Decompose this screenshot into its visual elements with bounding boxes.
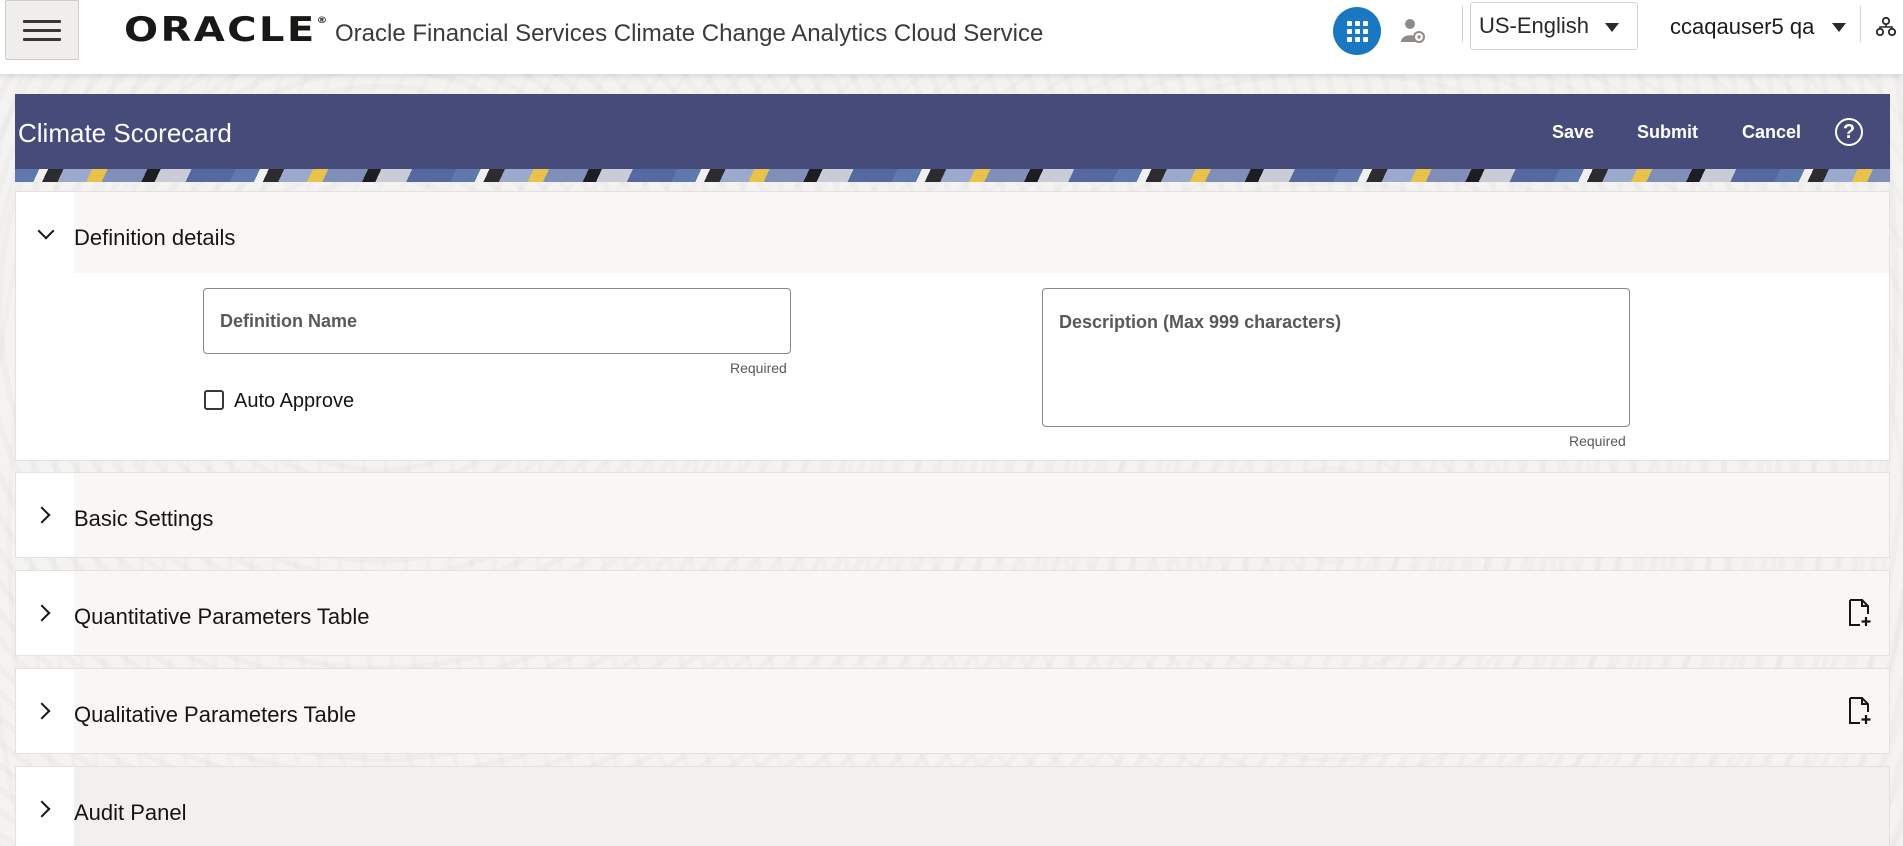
language-value: US-English xyxy=(1479,13,1590,38)
page-header: Climate Scorecard Save Submit Cancel ? xyxy=(15,94,1890,169)
page-title: Climate Scorecard xyxy=(18,118,232,148)
description-required: Required xyxy=(1569,433,1626,449)
chevron-right-icon[interactable] xyxy=(33,506,51,524)
audit-panel-header[interactable] xyxy=(74,767,1889,846)
description-textarea[interactable]: Description (Max 999 characters) xyxy=(1042,288,1630,427)
auto-approve-checkbox[interactable] xyxy=(204,390,224,410)
description-placeholder: Description (Max 999 characters) xyxy=(1059,312,1342,332)
apps-grid-icon[interactable] xyxy=(1333,7,1381,55)
organization-icon[interactable] xyxy=(1876,16,1896,38)
header-divider xyxy=(1462,6,1463,42)
basic-settings-title: Basic Settings xyxy=(74,506,214,531)
app-title: Oracle Financial Services Climate Change… xyxy=(335,20,1044,47)
user-menu[interactable]: ccaqauser5 qa xyxy=(1670,14,1846,40)
quantitative-parameters-section: Quantitative Parameters Table xyxy=(15,570,1890,656)
definition-name-placeholder: Definition Name xyxy=(220,311,358,331)
definition-details-header[interactable] xyxy=(74,192,1889,273)
hamburger-menu-icon[interactable] xyxy=(5,0,79,60)
definition-details-section: Definition details Definition Name Requi… xyxy=(15,191,1890,461)
global-header: ORACLE® Oracle Financial Services Climat… xyxy=(0,0,1903,74)
chevron-down-icon xyxy=(1832,23,1846,32)
language-select[interactable]: US-English xyxy=(1470,2,1638,50)
chevron-right-icon[interactable] xyxy=(33,800,51,818)
user-settings-icon[interactable] xyxy=(1400,17,1426,45)
qualitative-parameters-title: Qualitative Parameters Table xyxy=(74,702,357,727)
help-icon[interactable]: ? xyxy=(1835,118,1863,146)
cancel-button[interactable]: Cancel xyxy=(1742,122,1801,143)
add-document-icon[interactable] xyxy=(1847,598,1873,628)
chevron-down-icon xyxy=(1605,23,1619,32)
submit-button[interactable]: Submit xyxy=(1637,122,1698,143)
chevron-right-icon[interactable] xyxy=(33,604,51,622)
basic-settings-section: Basic Settings xyxy=(15,472,1890,558)
qualitative-parameters-section: Qualitative Parameters Table xyxy=(15,668,1890,754)
add-document-icon[interactable] xyxy=(1847,696,1873,726)
chevron-right-icon[interactable] xyxy=(33,702,51,720)
save-button[interactable]: Save xyxy=(1552,122,1594,143)
header-divider xyxy=(1860,6,1861,42)
chevron-down-icon[interactable] xyxy=(37,222,55,240)
quantitative-parameters-title: Quantitative Parameters Table xyxy=(74,604,370,629)
audit-panel-section: Audit Panel xyxy=(15,766,1890,846)
auto-approve-label: Auto Approve xyxy=(234,390,355,412)
banner-strip xyxy=(15,169,1890,182)
oracle-logo: ORACLE® xyxy=(124,10,328,50)
definition-details-title: Definition details xyxy=(74,225,236,250)
definition-name-input[interactable]: Definition Name xyxy=(203,288,791,354)
audit-panel-title: Audit Panel xyxy=(74,800,187,825)
definition-name-required: Required xyxy=(730,360,787,376)
user-name: ccaqauser5 qa xyxy=(1670,14,1815,39)
basic-settings-header[interactable] xyxy=(74,473,1889,557)
